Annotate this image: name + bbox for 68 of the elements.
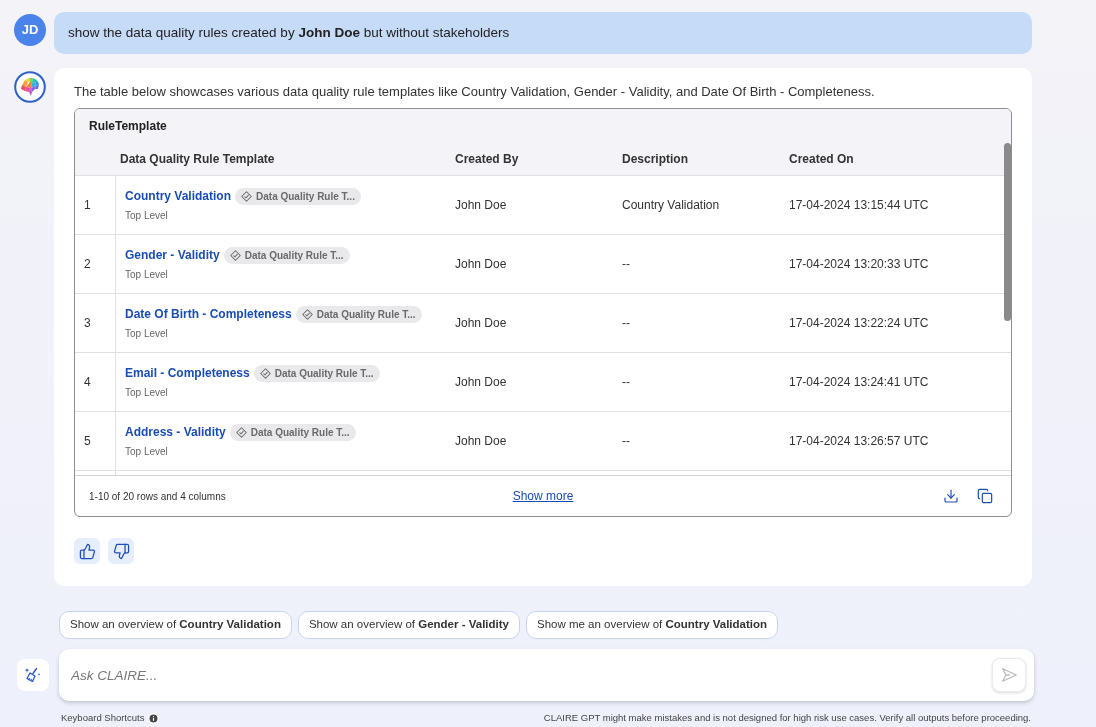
suggestion-chip[interactable]: Show me an overview of Country Validation: [525, 611, 779, 639]
assistant-intro-text: The table below showcases various data quality rule templates like Country Validation, Gender - Validity, and Date Of Birth - Completeness.: [74, 84, 876, 100]
diamond-check-icon: [301, 308, 313, 320]
row-number: 2: [84, 256, 91, 273]
disclaimer-text: CLAIRE GPT might make mistakes and is not designed for high risk use cases. Verify all outputs before proceeding.: [543, 711, 1031, 725]
rule-link[interactable]: Email - Completeness: [125, 364, 250, 382]
level-label: Top Level: [125, 386, 168, 400]
thumbs-up-icon: [78, 542, 96, 560]
created-on-text: 17-04-2024 13:26:57 UTC: [789, 433, 929, 450]
created-on-text: 17-04-2024 13:15:44 UTC: [789, 197, 929, 214]
copy-icon[interactable]: [977, 488, 993, 504]
tag-label: Data Quality Rule T...: [256, 189, 355, 204]
rule-link[interactable]: Date Of Birth - Completeness: [125, 305, 292, 323]
description-text: --: [622, 315, 630, 332]
user-message-text: show the data quality rules created by John Doe but without stakeholders: [68, 23, 510, 42]
user-avatar: JD: [14, 14, 46, 46]
message-input[interactable]: Ask CLAIRE...: [59, 649, 1034, 701]
column-header: Description: [621, 150, 689, 168]
row-number: 5: [84, 433, 91, 450]
created-on-text: 17-04-2024 13:20:33 UTC: [789, 256, 929, 273]
column-header: Created On: [788, 150, 855, 168]
brain-logo-icon: [14, 71, 46, 103]
created-on-text: 17-04-2024 13:22:24 UTC: [789, 315, 929, 332]
dislike-button[interactable]: [108, 538, 134, 564]
row-number: 4: [84, 374, 91, 391]
like-button[interactable]: [74, 538, 100, 564]
level-label: Top Level: [125, 209, 168, 223]
creator-text: John Doe: [455, 315, 507, 332]
rule-link[interactable]: Country Validation: [125, 187, 231, 205]
keyboard-shortcuts-label[interactable]: Keyboard Shortcuts: [61, 711, 145, 726]
suggestion-chip[interactable]: Show an overview of Country Validation: [59, 611, 292, 639]
tag-label: Data Quality Rule T...: [316, 307, 416, 322]
description-text: --: [622, 374, 630, 391]
created-on-text: 17-04-2024 13:24:41 UTC: [789, 374, 929, 391]
suggestion-chip[interactable]: Show an overview of Gender - Validity: [297, 611, 520, 639]
diamond-check-icon: [235, 426, 247, 438]
rule-link[interactable]: Gender - Validity: [125, 246, 220, 264]
thumbs-down-icon: [112, 542, 130, 560]
download-icon[interactable]: [943, 488, 959, 504]
info-icon[interactable]: [148, 712, 160, 724]
column-header: Created By: [454, 150, 520, 168]
diamond-check-icon: [259, 367, 271, 379]
row-number: 3: [84, 315, 91, 332]
description-text: --: [622, 433, 630, 450]
level-label: Top Level: [125, 268, 168, 282]
diamond-check-icon: [229, 249, 241, 261]
tag-label: Data Quality Rule T...: [244, 248, 344, 263]
creator-text: John Doe: [455, 256, 507, 273]
description-text: Country Validation: [622, 197, 720, 214]
show-more-link[interactable]: Show more: [512, 487, 574, 505]
table-title: RuleTemplate: [89, 117, 167, 135]
creator-text: John Doe: [455, 197, 507, 214]
tag-label: Data Quality Rule T...: [274, 366, 374, 381]
creator-text: John Doe: [455, 374, 507, 391]
table-summary: 1-10 of 20 rows and 4 columns: [89, 489, 226, 504]
scrollbar-thumb[interactable]: [1004, 143, 1011, 321]
creator-text: John Doe: [455, 433, 507, 450]
level-label: Top Level: [125, 327, 168, 341]
rule-link[interactable]: Address - Validity: [125, 423, 226, 441]
tag-label: Data Quality Rule T...: [250, 425, 350, 440]
clear-chat-button[interactable]: [17, 659, 49, 691]
level-label: Top Level: [125, 445, 168, 459]
column-header: Data Quality Rule Template: [119, 150, 276, 168]
description-text: --: [622, 256, 630, 273]
row-number: 1: [84, 197, 91, 214]
broom-icon: [24, 666, 42, 684]
send-icon: [1000, 666, 1018, 684]
diamond-check-icon: [241, 190, 252, 202]
